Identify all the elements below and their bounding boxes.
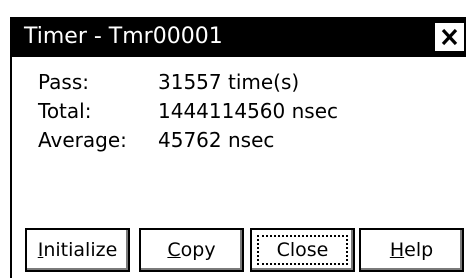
close-label: Close xyxy=(276,239,329,261)
copy-label-rest: opy xyxy=(180,239,216,261)
close-button[interactable]: Close xyxy=(250,228,355,272)
timer-dialog: Timer - Tmr00001 Pass: 31557 time(s) Tot… xyxy=(0,0,468,278)
copy-mnemonic: C xyxy=(167,239,181,261)
average-label: Average: xyxy=(38,128,127,152)
initialize-label-rest: nitialize xyxy=(43,239,118,261)
initialize-button[interactable]: Initialize xyxy=(25,228,130,272)
total-label: Total: xyxy=(38,99,92,123)
pass-value: 31557 time(s) xyxy=(158,70,300,94)
help-button[interactable]: Help xyxy=(359,228,464,272)
pass-label: Pass: xyxy=(38,70,89,94)
close-icon xyxy=(441,28,458,46)
title-bar[interactable]: Timer - Tmr00001 xyxy=(10,17,466,57)
window-title: Timer - Tmr00001 xyxy=(24,24,223,49)
copy-button[interactable]: Copy xyxy=(139,228,244,272)
total-value: 1444114560 nsec xyxy=(158,99,338,123)
close-window-button[interactable] xyxy=(435,23,464,51)
help-mnemonic: H xyxy=(389,239,405,261)
help-label-rest: elp xyxy=(404,239,434,261)
average-value: 45762 nsec xyxy=(158,128,275,152)
